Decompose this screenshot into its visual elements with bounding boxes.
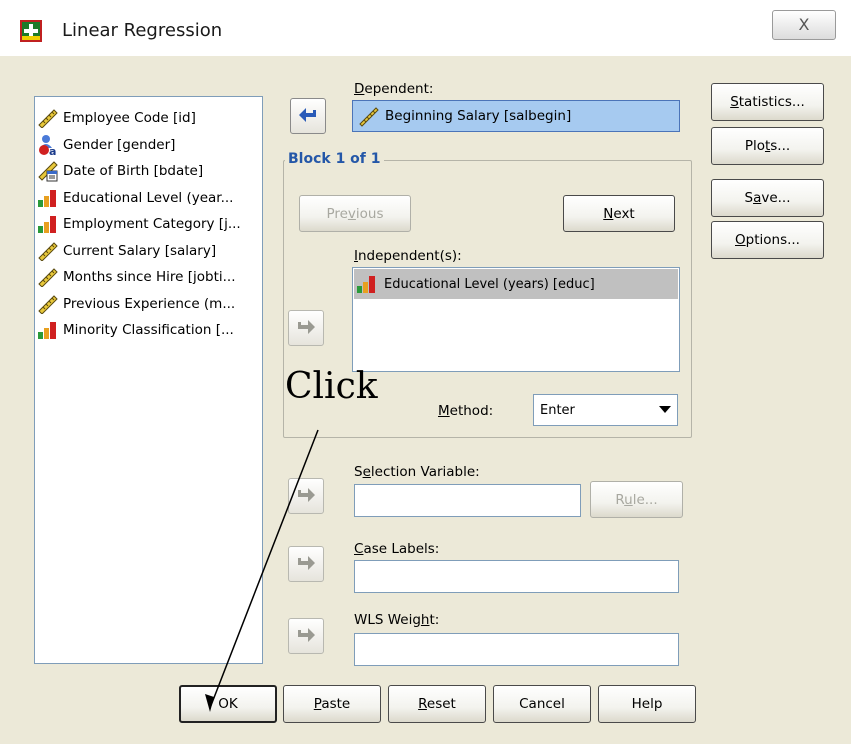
annotation-arrow: [205, 429, 319, 712]
linear-regression-dialog: Linear Regression X Employee Code [id] a G…: [0, 0, 851, 744]
